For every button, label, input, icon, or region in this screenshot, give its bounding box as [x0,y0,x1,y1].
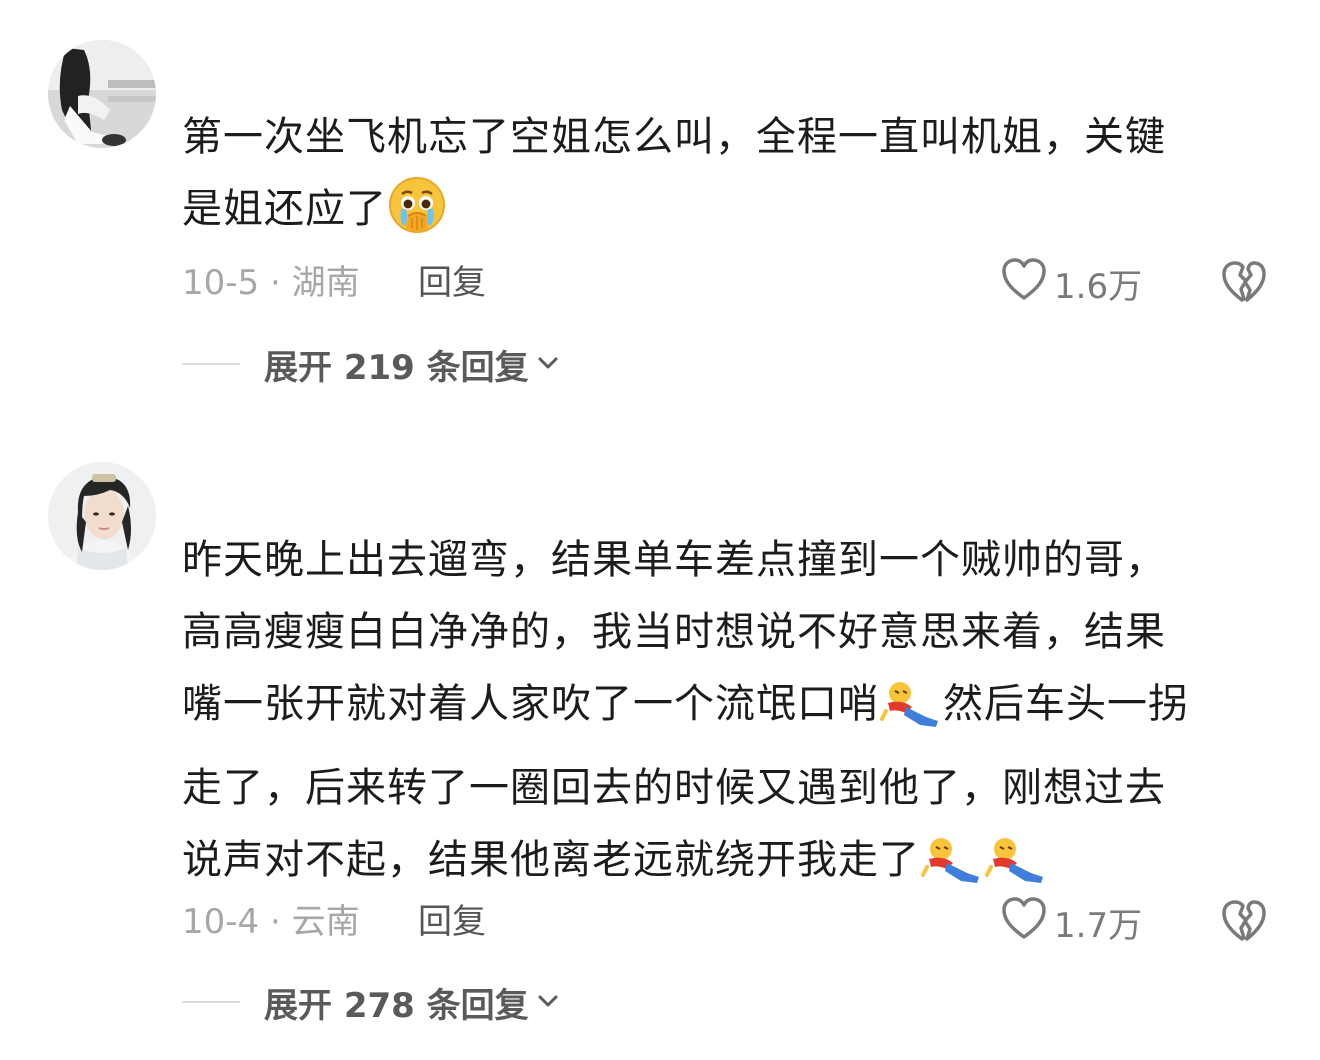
comment-line-with-emoji: 说声对不起，结果他离老远就绕开我走了 [182,824,1272,908]
like-button[interactable]: 1.7万 [1000,896,1143,946]
comment-line: 高高瘦瘦白白净净的，我当时想说不好意思来着，结果 [182,609,1166,655]
comment-line: 走了，后来转了一圈回去的时候又遇到他了，刚想过去 [182,765,1166,811]
comment-line-text: 嘴一张开就对着人家吹了一个流氓口哨 [182,681,879,727]
comment-line-text: 说声对不起，结果他离老远就绕开我走了 [182,837,920,883]
expand-replies-button[interactable]: 展开 278 条回复 [182,978,559,1026]
chevron-down-icon [537,993,559,1012]
comment-item: 昨天晚上出去遛弯，结果单车差点撞到一个贼帅的哥， 高高瘦瘦白白净净的，我当时想说… [0,0,1320,1060]
like-count: 1.7万 [1054,905,1143,946]
comment-line: 昨天晚上出去遛弯，结果单车差点撞到一个贼帅的哥， [182,537,1166,583]
comment-date-location: 10-4 · 云南 [182,902,360,942]
expand-replies-label: 展开 278 条回复 [264,985,529,1026]
comment-line-text: 然后车头一拐 [943,681,1189,727]
reply-button[interactable]: 回复 [418,898,486,946]
comment-line-with-emoji: 嘴一张开就对着人家吹了一个流氓口哨 然后车头一拐 [182,668,1272,752]
comment-text: 昨天晚上出去遛弯，结果单车差点撞到一个贼帅的哥， 高高瘦瘦白白净净的，我当时想说… [182,524,1272,908]
dislike-button[interactable] [1220,898,1268,946]
avatar-photo-young-man-icon [48,462,156,570]
sliding-kneel-emoji-icon [880,677,942,752]
broken-heart-icon [1222,900,1266,941]
avatar[interactable] [48,462,156,570]
sliding-kneel-emoji-icon [921,833,983,908]
heart-outline-icon [1000,895,1048,950]
divider [182,1001,240,1003]
